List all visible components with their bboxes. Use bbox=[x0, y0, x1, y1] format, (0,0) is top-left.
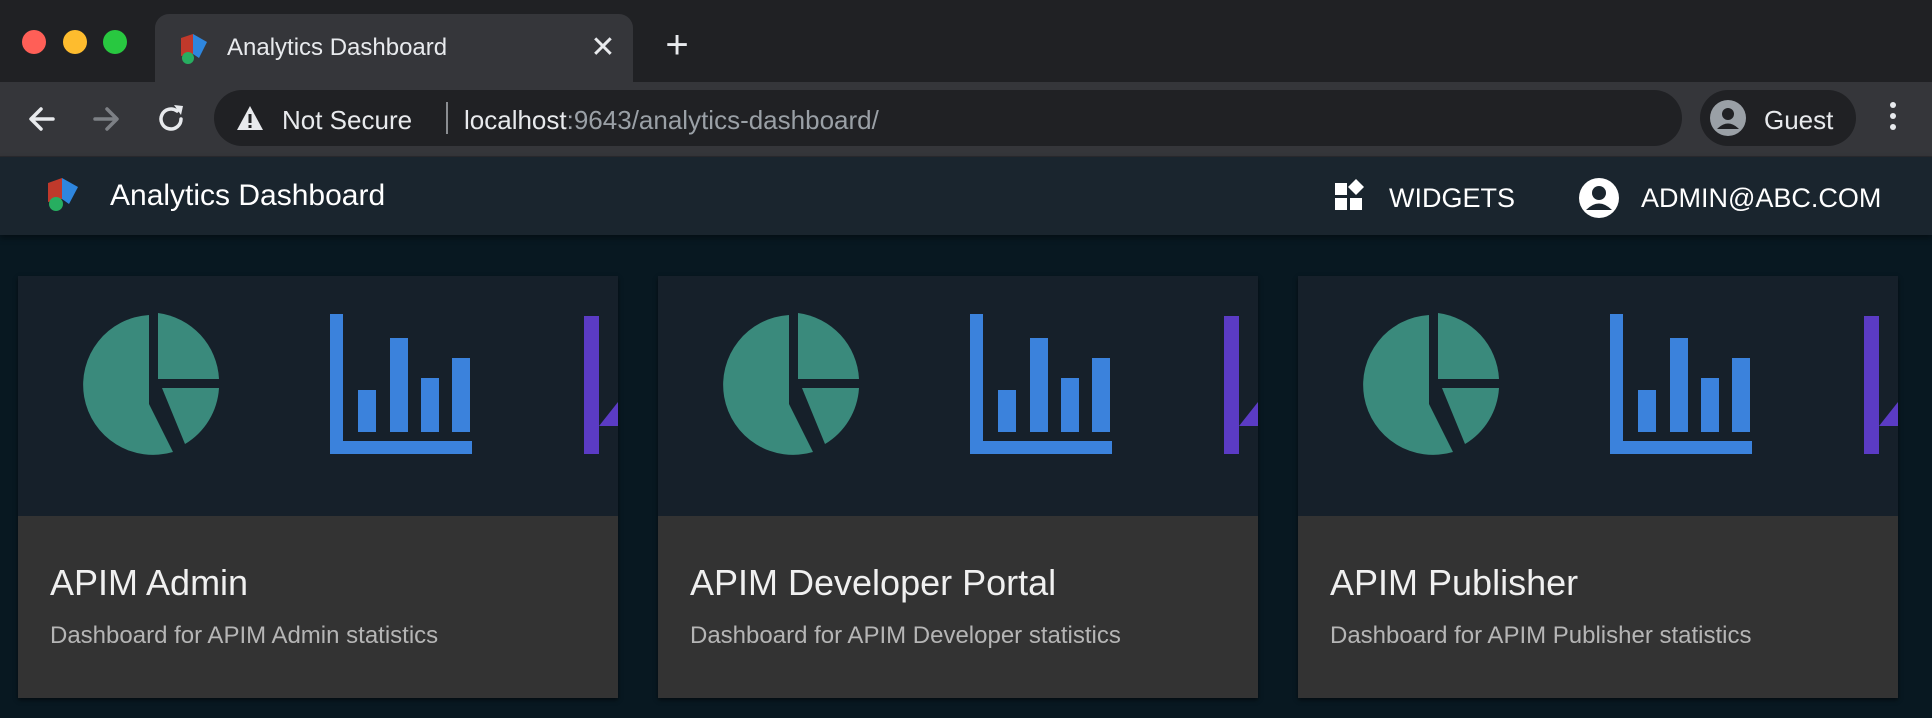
dashboard-thumbnail-icons bbox=[83, 313, 618, 455]
pie-chart-icon bbox=[723, 313, 859, 455]
card-title[interactable]: APIM Publisher bbox=[1330, 562, 1578, 604]
more-vert-icon[interactable] bbox=[1882, 102, 1904, 136]
dashboard-card[interactable]: APIM Developer Portal Dashboard for APIM… bbox=[658, 276, 1258, 698]
tab-close-icon[interactable]: ✕ bbox=[589, 33, 617, 63]
card-title[interactable]: APIM Admin bbox=[50, 562, 248, 604]
card-description: Dashboard for APIM Admin statistics bbox=[50, 622, 439, 649]
window-close-button[interactable] bbox=[22, 30, 46, 54]
browser-titlebar: Analytics Dashboard ✕ + bbox=[0, 0, 1932, 82]
window-minimize-button[interactable] bbox=[63, 30, 87, 54]
back-arrow-icon[interactable] bbox=[23, 100, 61, 138]
line-chart-icon bbox=[1224, 316, 1258, 454]
url-host: localhost bbox=[464, 105, 567, 135]
pie-chart-icon bbox=[1363, 313, 1499, 455]
app-header: Analytics Dashboard WIDGETS ADMIN@ABC.CO… bbox=[0, 157, 1932, 235]
card-description: Dashboard for APIM Developer statistics bbox=[690, 622, 1121, 649]
bar-chart-icon bbox=[330, 314, 472, 454]
card-description: Dashboard for APIM Publisher statistics bbox=[1330, 622, 1752, 649]
omnibox-divider bbox=[446, 102, 448, 134]
account-circle-icon bbox=[1710, 100, 1746, 136]
widgets-icon bbox=[1335, 179, 1364, 210]
card-title[interactable]: APIM Developer Portal bbox=[690, 562, 1056, 604]
browser-tab[interactable]: Analytics Dashboard ✕ bbox=[155, 14, 633, 82]
tab-title: Analytics Dashboard bbox=[227, 34, 448, 61]
bar-chart-icon bbox=[1610, 314, 1752, 454]
url-text[interactable]: localhost:9643/analytics-dashboard/ bbox=[464, 105, 879, 136]
account-circle-icon bbox=[1579, 178, 1619, 218]
new-tab-button[interactable]: + bbox=[660, 25, 694, 65]
card-thumbnail bbox=[658, 276, 1258, 516]
card-thumbnail bbox=[18, 276, 618, 516]
bar-chart-icon bbox=[970, 314, 1112, 454]
security-status-label[interactable]: Not Secure bbox=[282, 105, 412, 136]
profile-label: Guest bbox=[1764, 105, 1834, 135]
window-zoom-button[interactable] bbox=[103, 30, 127, 54]
app-title[interactable]: Analytics Dashboard bbox=[110, 179, 385, 213]
reload-icon[interactable] bbox=[152, 100, 190, 138]
app-favicon-icon bbox=[181, 34, 207, 64]
address-bar[interactable]: Not Secure localhost:9643/analytics-dash… bbox=[214, 90, 1682, 146]
line-chart-icon bbox=[1864, 316, 1898, 454]
dashboard-thumbnail-icons bbox=[1363, 313, 1898, 455]
pie-chart-icon bbox=[83, 313, 219, 455]
url-path: :9643/analytics-dashboard/ bbox=[566, 105, 879, 135]
warning-icon bbox=[237, 106, 263, 130]
profile-button[interactable]: Guest bbox=[1700, 90, 1856, 146]
app-logo-icon[interactable] bbox=[44, 175, 82, 213]
line-chart-icon bbox=[584, 316, 618, 454]
dashboard-card[interactable]: APIM Admin Dashboard for APIM Admin stat… bbox=[18, 276, 618, 698]
dashboard-card[interactable]: APIM Publisher Dashboard for APIM Publis… bbox=[1298, 276, 1898, 698]
widgets-label: WIDGETS bbox=[1389, 183, 1515, 213]
browser-toolbar: Not Secure localhost:9643/analytics-dash… bbox=[0, 82, 1932, 157]
user-label: ADMIN@ABC.COM bbox=[1641, 183, 1882, 213]
dashboard-thumbnail-icons bbox=[723, 313, 1258, 455]
forward-arrow-icon[interactable] bbox=[87, 100, 125, 138]
card-thumbnail bbox=[1298, 276, 1898, 516]
